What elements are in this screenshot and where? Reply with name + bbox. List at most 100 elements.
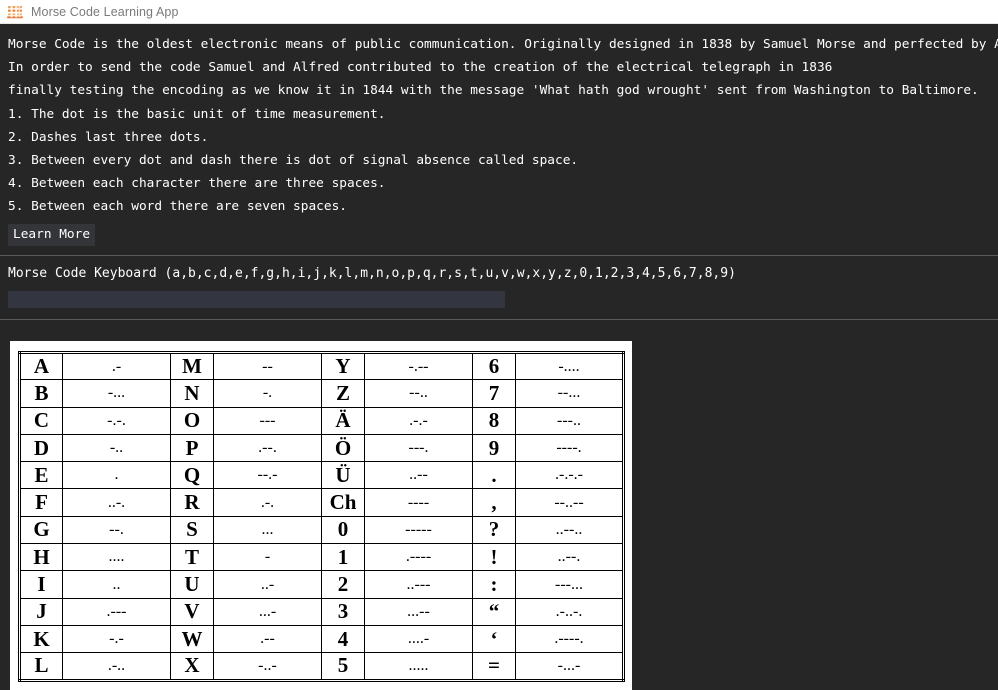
morse-char: Q — [170, 461, 214, 490]
morse-code: ..-. — [62, 488, 171, 517]
morse-code: ...- — [213, 597, 322, 626]
morse-char: G — [19, 515, 63, 545]
table-row: F ..-. R .-. Ch ---- , --..-- — [19, 488, 624, 517]
morse-code: --. — [62, 515, 171, 545]
morse-code: --... — [515, 379, 624, 408]
morse-code: ----- — [364, 515, 473, 545]
morse-char: N — [170, 379, 214, 408]
rule-item-3: 3. Between every dot and dash there is d… — [8, 153, 579, 168]
table-row: D -.. P .--. Ö ---. 9 ----. — [19, 433, 624, 463]
morse-char: S — [170, 515, 214, 545]
morse-code: -... — [62, 379, 171, 408]
morse-code: -. — [213, 379, 322, 408]
morse-char: ‘ — [472, 624, 516, 654]
morse-char: X — [170, 652, 214, 681]
morse-char: “ — [472, 597, 516, 626]
morse-code: ...-- — [364, 597, 473, 626]
morse-char: Z — [321, 379, 365, 408]
morse-char: P — [170, 433, 214, 463]
window-title: Morse Code Learning App — [31, 4, 179, 19]
table-row: G --. S ... 0 ----- ? ..--.. — [19, 515, 624, 545]
morse-code: .---- — [364, 543, 473, 572]
rule-item-1: 1. The dot is the basic unit of time mea… — [8, 107, 386, 122]
morse-char: 0 — [321, 515, 365, 545]
morse-char: 3 — [321, 597, 365, 626]
morse-char: A — [19, 351, 63, 381]
table-row: A .- M -- Y -.-- 6 -.... — [19, 351, 624, 381]
morse-code: .-- — [213, 624, 322, 654]
morse-keyboard-input[interactable] — [8, 291, 505, 308]
table-row: K -.- W .-- 4 ....- ‘ .----. — [19, 624, 624, 654]
morse-code: .----. — [515, 624, 624, 654]
morse-char: T — [170, 543, 214, 572]
table-row: L .-.. X -..- 5 ..... = -...- — [19, 652, 624, 681]
morse-code: ..... — [364, 652, 473, 681]
abacus-icon — [6, 3, 24, 21]
morse-code: .... — [62, 543, 171, 572]
morse-code: -.... — [515, 351, 624, 381]
morse-code: .-. — [213, 488, 322, 517]
table-row: E . Q --.- Ü ..-- . .-.-.- — [19, 461, 624, 490]
morse-char: C — [19, 406, 63, 435]
morse-code: ..--- — [364, 570, 473, 599]
keyboard-section: Morse Code Keyboard (a,b,c,d,e,f,g,h,i,j… — [0, 256, 998, 308]
rule-item-2: 2. Dashes last three dots. — [8, 130, 209, 145]
morse-code: --.. — [364, 379, 473, 408]
morse-code: ---- — [364, 488, 473, 517]
morse-char: Y — [321, 351, 365, 381]
morse-char: , — [472, 488, 516, 517]
morse-code: -..- — [213, 652, 322, 681]
morse-char: H — [19, 543, 63, 572]
morse-code: ---... — [515, 570, 624, 599]
morse-code: --.- — [213, 461, 322, 490]
morse-char: 2 — [321, 570, 365, 599]
intro-paragraph-2: In order to send the code Samuel and Alf… — [8, 60, 833, 75]
morse-char: I — [19, 570, 63, 599]
morse-code: .- — [62, 351, 171, 381]
section-divider-bottom — [0, 319, 998, 320]
rule-item-4: 4. Between each character there are thre… — [8, 176, 386, 191]
morse-code: . — [62, 461, 171, 490]
morse-char: = — [472, 652, 516, 681]
morse-code: ..- — [213, 570, 322, 599]
morse-code: -...- — [515, 652, 624, 681]
table-row: H .... T - 1 .---- ! ..--. — [19, 543, 624, 572]
morse-char: M — [170, 351, 214, 381]
keyboard-label: Morse Code Keyboard — [8, 266, 165, 281]
morse-char: B — [19, 379, 63, 408]
morse-code: .-.. — [62, 652, 171, 681]
morse-code: -.-. — [62, 406, 171, 435]
morse-code: .-.-.- — [515, 461, 624, 490]
morse-char: O — [170, 406, 214, 435]
morse-code: - — [213, 543, 322, 572]
morse-code: ---. — [364, 433, 473, 463]
morse-char: 8 — [472, 406, 516, 435]
learn-more-wrapper: Learn More — [0, 218, 998, 246]
morse-table-card: A .- M -- Y -.-- 6 -.... B -... N -. Z -… — [10, 341, 632, 690]
window-titlebar: Morse Code Learning App — [0, 0, 998, 24]
morse-char: Ö — [321, 433, 365, 463]
table-row: B -... N -. Z --.. 7 --... — [19, 379, 624, 408]
learn-more-button[interactable]: Learn More — [8, 224, 96, 246]
morse-char: 7 — [472, 379, 516, 408]
morse-char: : — [472, 570, 516, 599]
morse-char: ! — [472, 543, 516, 572]
morse-char: 5 — [321, 652, 365, 681]
morse-char: F — [19, 488, 63, 517]
morse-code: ..--. — [515, 543, 624, 572]
morse-code: ---.. — [515, 406, 624, 435]
morse-char: V — [170, 597, 214, 626]
morse-char: K — [19, 624, 63, 654]
keyboard-charset: (a,b,c,d,e,f,g,h,i,j,k,l,m,n,o,p,q,r,s,t… — [164, 266, 736, 281]
morse-char: Ch — [321, 488, 365, 517]
morse-table-body: A .- M -- Y -.-- 6 -.... B -... N -. Z -… — [19, 351, 624, 681]
morse-char: ? — [472, 515, 516, 545]
morse-char: 6 — [472, 351, 516, 381]
intro-section: Morse Code is the oldest electronic mean… — [0, 24, 998, 218]
morse-char: 1 — [321, 543, 365, 572]
morse-code: ..-- — [364, 461, 473, 490]
morse-code: -- — [213, 351, 322, 381]
morse-char: W — [170, 624, 214, 654]
morse-code: -.- — [62, 624, 171, 654]
morse-code: ....- — [364, 624, 473, 654]
